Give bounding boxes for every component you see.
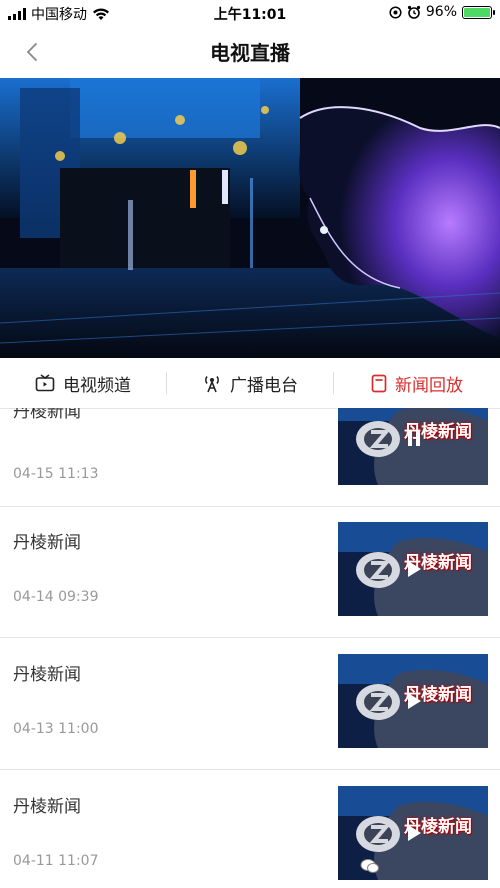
pause-button[interactable] bbox=[400, 424, 428, 452]
tab-news-replay[interactable]: 新闻回放 bbox=[334, 358, 500, 408]
list-item[interactable]: 丹棱新闻 04-14 09:39 丹棱新闻 bbox=[0, 506, 500, 638]
pause-icon bbox=[408, 430, 420, 446]
list-item[interactable]: 丹棱新闻 04-13 11:00 丹棱新闻 bbox=[0, 638, 500, 770]
news-replay-list: 丹棱新闻 04-15 11:13 丹棱新闻 丹棱新闻 04-14 09:39 丹… bbox=[0, 408, 500, 888]
tab-radio[interactable]: 广播电台 bbox=[167, 358, 333, 408]
play-icon bbox=[408, 825, 421, 841]
list-item[interactable]: 丹棱新闻 04-11 11:07 丹棱新闻 bbox=[0, 770, 500, 888]
status-bar: 中国移动 上午11:01 96% bbox=[0, 0, 500, 26]
item-title: 丹棱新闻 bbox=[13, 533, 81, 553]
play-button[interactable] bbox=[400, 687, 428, 715]
item-time: 04-15 11:13 bbox=[13, 466, 99, 482]
tab-bar: 电视频道 广播电台 新闻回放 bbox=[0, 358, 500, 409]
item-thumbnail: 丹棱新闻 bbox=[338, 522, 488, 616]
tab-label-tv-channels: 电视频道 bbox=[63, 375, 131, 396]
item-time: 04-13 11:00 bbox=[13, 721, 99, 737]
location-lock-icon bbox=[389, 5, 402, 19]
play-icon bbox=[408, 561, 421, 577]
tab-label-radio: 广播电台 bbox=[230, 375, 298, 396]
item-thumbnail: 丹棱新闻 bbox=[338, 408, 488, 485]
wechat-logo-icon bbox=[360, 859, 379, 873]
tab-tv-channels[interactable]: 电视频道 bbox=[0, 358, 166, 408]
item-title: 丹棱新闻 bbox=[13, 408, 81, 422]
document-icon bbox=[371, 374, 387, 392]
item-title: 丹棱新闻 bbox=[13, 665, 81, 685]
alarm-icon bbox=[407, 5, 420, 19]
tv-icon bbox=[35, 374, 55, 392]
nav-bar: 电视直播 bbox=[0, 26, 500, 76]
play-icon bbox=[408, 693, 421, 709]
item-title: 丹棱新闻 bbox=[13, 797, 81, 817]
page-title: 电视直播 bbox=[210, 40, 290, 65]
play-button[interactable] bbox=[400, 555, 428, 583]
item-time: 04-11 11:07 bbox=[13, 853, 99, 869]
list-item[interactable]: 丹棱新闻 04-15 11:13 丹棱新闻 bbox=[0, 408, 500, 507]
item-time: 04-14 09:39 bbox=[13, 589, 99, 605]
back-button[interactable] bbox=[18, 38, 46, 66]
battery-icon bbox=[462, 5, 495, 19]
play-button[interactable] bbox=[400, 819, 428, 847]
tab-label-news-replay: 新闻回放 bbox=[395, 375, 463, 396]
video-frame bbox=[0, 78, 500, 358]
chevron-left-icon bbox=[26, 43, 37, 61]
battery-percent: 96% bbox=[425, 4, 457, 20]
status-right: 96% bbox=[389, 4, 495, 20]
radio-tower-icon bbox=[205, 376, 219, 393]
item-thumbnail: 丹棱新闻 bbox=[338, 654, 488, 748]
video-player[interactable] bbox=[0, 78, 500, 358]
